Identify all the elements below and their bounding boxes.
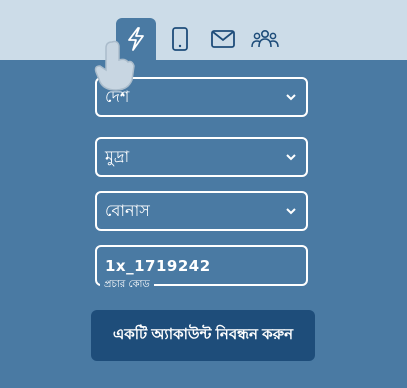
- tab-one-click[interactable]: [116, 18, 156, 60]
- people-icon: [251, 29, 279, 48]
- currency-select[interactable]: মুদ্রা: [95, 137, 308, 177]
- country-value: দেশ: [105, 86, 130, 106]
- chevron-down-icon: [286, 208, 296, 215]
- bonus-value: বোনাস: [105, 200, 150, 220]
- registration-method-bar: [0, 0, 407, 60]
- bonus-select[interactable]: বোনাস: [95, 191, 308, 231]
- register-button[interactable]: একটি অ্যাকাউন্ট নিবন্ধন করুন: [91, 310, 315, 361]
- tab-social[interactable]: [245, 18, 285, 60]
- currency-value: মুদ্রা: [105, 146, 130, 166]
- chevron-down-icon: [286, 154, 296, 161]
- tab-phone[interactable]: [160, 18, 200, 60]
- phone-icon: [172, 27, 188, 51]
- chevron-down-icon: [286, 94, 296, 101]
- tab-email[interactable]: [203, 18, 243, 60]
- country-select[interactable]: দেশ: [95, 77, 308, 117]
- lightning-icon: [128, 27, 144, 51]
- promo-code-value: 1x_1719242: [105, 256, 211, 275]
- mail-icon: [211, 30, 235, 48]
- promo-code-label: প্রচার কোড: [100, 279, 154, 291]
